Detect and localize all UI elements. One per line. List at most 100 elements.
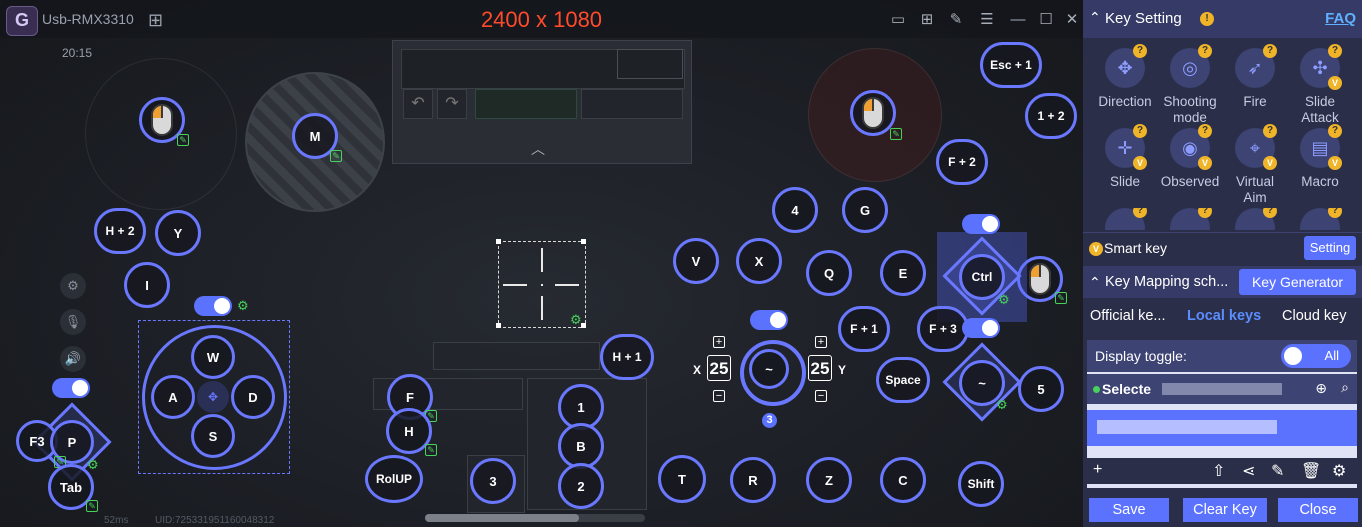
tool-direction[interactable]: ✥? Direction <box>1093 44 1157 110</box>
resize-handle[interactable] <box>581 239 586 244</box>
key-g[interactable]: G <box>842 187 888 233</box>
tab-local-keys[interactable]: Local keys <box>1187 308 1261 324</box>
x-sensitivity-value[interactable]: 25 <box>707 355 731 381</box>
key-generator-button[interactable]: Key Generator <box>1239 269 1356 295</box>
key-space[interactable]: Space <box>876 357 930 403</box>
key-t[interactable]: T <box>658 455 706 503</box>
key-e[interactable]: E <box>880 250 926 296</box>
key-esc-1[interactable]: Esc + 1 <box>980 42 1042 88</box>
edit-icon[interactable]: ✎ <box>330 150 342 162</box>
edit-icon[interactable]: ✎ <box>1055 292 1067 304</box>
key-x[interactable]: X <box>736 238 782 284</box>
edit-icon[interactable]: ✎ <box>86 500 98 512</box>
key-f-1[interactable]: F + 1 <box>838 306 890 352</box>
edit-icon[interactable]: ✎ <box>177 134 189 146</box>
menu-icon[interactable]: ☰ <box>977 10 997 30</box>
tool-more[interactable]: ? <box>1223 208 1287 230</box>
tool-more[interactable]: ? <box>1093 208 1157 230</box>
tool-virtual-aim[interactable]: ⌖? V Virtual Aim <box>1223 124 1287 206</box>
sensitivity-toggle[interactable] <box>750 310 788 330</box>
tool-fire[interactable]: ➶? Fire <box>1223 44 1287 110</box>
x-minus-button[interactable]: − <box>713 390 725 402</box>
search-icon[interactable]: ⌕ <box>1341 379 1349 396</box>
tool-shooting-mode[interactable]: ◎? Shooting mode <box>1158 44 1222 126</box>
scheme-item[interactable] <box>1087 410 1357 446</box>
tool-observed[interactable]: ◉? V Observed <box>1158 124 1222 190</box>
tool-macro[interactable]: ▤? V Macro <box>1288 124 1352 190</box>
key-2[interactable]: 2 <box>558 463 604 509</box>
selected-scheme-row[interactable]: Selecte ⊕ ⌕ <box>1087 374 1357 404</box>
key-tilde-look[interactable]: ~ <box>749 349 789 389</box>
upload-icon[interactable]: ⇧ <box>1212 461 1225 481</box>
tool-more[interactable]: ? <box>1158 208 1222 230</box>
layout-icon[interactable]: ⊞ <box>917 10 937 30</box>
edit-icon[interactable]: ✎ <box>425 444 437 456</box>
delete-icon[interactable]: 🗑 <box>1301 461 1321 481</box>
gear-icon[interactable]: ⚙ <box>570 313 582 326</box>
minimize-icon[interactable]: — <box>1008 10 1028 30</box>
tab-cloud-key[interactable]: Cloud key <box>1282 308 1346 324</box>
key-y[interactable]: Y <box>155 210 201 256</box>
save-button[interactable]: Save <box>1089 498 1169 522</box>
clear-key-button[interactable]: Clear Key <box>1183 498 1267 522</box>
tab-official-keys[interactable]: Official ke... <box>1090 308 1165 324</box>
key-s[interactable]: S <box>191 414 235 458</box>
key-rollup[interactable]: RolUP <box>365 455 423 503</box>
key-d[interactable]: D <box>231 375 275 419</box>
dpad-toggle[interactable] <box>194 296 232 316</box>
locate-icon[interactable]: ⊕ <box>1315 380 1327 397</box>
y-minus-button[interactable]: − <box>815 390 827 402</box>
ctrl-toggle[interactable] <box>962 214 1000 234</box>
resize-handle[interactable] <box>496 323 501 328</box>
key-1-2[interactable]: 1 + 2 <box>1025 93 1077 139</box>
p-toggle[interactable] <box>52 378 90 398</box>
key-3[interactable]: 3 <box>470 458 516 504</box>
key-h-2[interactable]: H + 2 <box>94 208 146 254</box>
key-z[interactable]: Z <box>806 457 852 503</box>
y-plus-button[interactable]: + <box>815 336 827 348</box>
edit-icon[interactable]: ✎ <box>890 128 902 140</box>
tool-more[interactable]: ? <box>1288 208 1352 230</box>
tool-slide-attack[interactable]: ✣? V Slide Attack <box>1288 44 1352 126</box>
pin-icon[interactable]: ✎ <box>946 10 966 30</box>
faq-link[interactable]: FAQ <box>1325 10 1356 27</box>
resize-handle[interactable] <box>581 323 586 328</box>
resize-handle[interactable] <box>496 239 501 244</box>
display-toggle-switch[interactable]: All <box>1281 344 1351 368</box>
gear-icon[interactable]: ⚙ <box>998 293 1010 306</box>
key-q[interactable]: Q <box>806 250 852 296</box>
edit-icon[interactable]: ✎ <box>1271 461 1284 481</box>
key-r[interactable]: R <box>730 457 776 503</box>
close-button[interactable]: Close <box>1278 498 1358 522</box>
info-icon[interactable]: ! <box>1200 12 1214 26</box>
key-f-2[interactable]: F + 2 <box>936 139 988 185</box>
key-w[interactable]: W <box>191 335 235 379</box>
share-icon[interactable]: ⋖ <box>1242 461 1255 481</box>
maximize-icon[interactable]: ☐ <box>1036 10 1056 30</box>
key-v[interactable]: V <box>673 238 719 284</box>
key-5[interactable]: 5 <box>1018 366 1064 412</box>
collapse-icon[interactable]: ⌃ <box>1089 274 1101 291</box>
collapse-icon[interactable]: ⌃ <box>1089 9 1101 26</box>
key-h-1[interactable]: H + 1 <box>600 334 654 380</box>
x-plus-button[interactable]: + <box>713 336 725 348</box>
game-screen[interactable]: G Usb-RMX3310 ⊞ 2400 x 1080 ▭ ⊞ ✎ ☰ — ☐ … <box>0 0 1083 527</box>
tool-slide[interactable]: ✛? V Slide <box>1093 124 1157 190</box>
chat-icon[interactable]: ▭ <box>888 10 908 30</box>
smart-key-setting-button[interactable]: Setting <box>1304 236 1356 260</box>
smart-key-label: Smart key <box>1104 240 1168 256</box>
add-icon[interactable]: + <box>1093 461 1102 479</box>
key-4[interactable]: 4 <box>772 187 818 233</box>
gear-icon[interactable]: ⚙ <box>996 398 1008 411</box>
gear-icon[interactable]: ⚙ <box>237 299 249 312</box>
y-sensitivity-value[interactable]: 25 <box>808 355 832 381</box>
key-c[interactable]: C <box>880 457 926 503</box>
key-a[interactable]: A <box>151 375 195 419</box>
key-i[interactable]: I <box>124 262 170 308</box>
settings-icon[interactable]: ⚙ <box>1332 461 1346 481</box>
speaker-icon: 🔊 <box>60 346 86 372</box>
close-icon[interactable]: ✕ <box>1062 10 1082 30</box>
gear-icon[interactable]: ⚙ <box>87 458 99 471</box>
tilde-toggle[interactable] <box>962 318 1000 338</box>
key-shift[interactable]: Shift <box>958 461 1004 507</box>
